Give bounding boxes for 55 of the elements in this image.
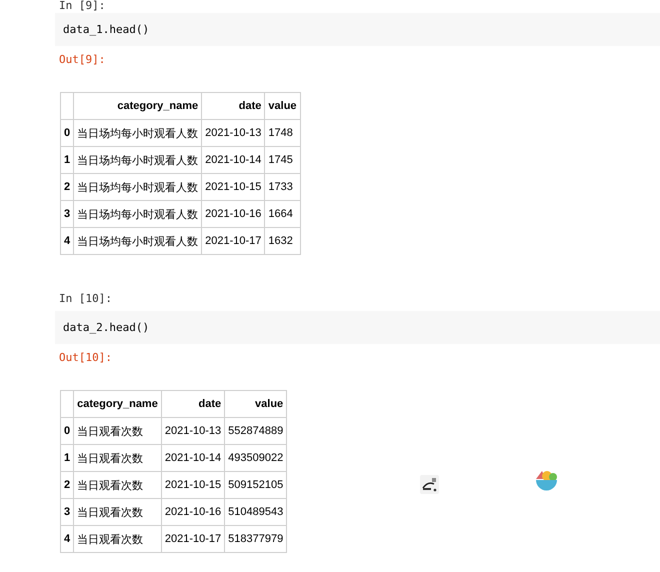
row-index: 4 xyxy=(60,228,74,254)
row-index: 4 xyxy=(60,526,74,552)
table-cell: 1632 xyxy=(264,228,300,254)
table-cell: 2021-10-15 xyxy=(161,472,225,498)
row-index: 3 xyxy=(60,498,74,526)
table-cell: 2021-10-17 xyxy=(161,526,225,552)
row-index: 0 xyxy=(60,418,74,444)
table-cell: 当日观看次数 xyxy=(74,472,162,498)
code-cell[interactable]: data_2.head() xyxy=(55,311,660,344)
table-cell: 2021-10-14 xyxy=(161,444,225,472)
table-cell: 当日场均每小时观看人数 xyxy=(74,174,202,200)
table-cell: 当日观看次数 xyxy=(74,498,162,526)
index-header-cell xyxy=(60,390,74,418)
input-prompt: In [9]: xyxy=(58,0,106,12)
table-cell: 1748 xyxy=(264,120,300,146)
column-header: category_name xyxy=(74,390,162,418)
row-index: 2 xyxy=(60,174,74,200)
table-cell: 509152105 xyxy=(224,472,287,498)
table-cell: 当日场均每小时观看人数 xyxy=(74,146,202,174)
table-cell: 2021-10-13 xyxy=(202,120,265,146)
row-index: 1 xyxy=(60,146,74,174)
index-header-cell xyxy=(60,92,74,120)
table-cell: 当日观看次数 xyxy=(74,526,162,552)
row-index: 1 xyxy=(60,444,74,472)
table-cell: 2021-10-16 xyxy=(161,498,225,526)
row-index: 3 xyxy=(60,200,74,228)
column-header: date xyxy=(202,92,265,120)
table-cell: 2021-10-15 xyxy=(202,174,265,200)
table-cell: 当日场均每小时观看人数 xyxy=(74,120,202,146)
code-cell[interactable]: data_1.head() xyxy=(55,13,660,46)
table-cell: 1733 xyxy=(264,174,300,200)
table-cell: 2021-10-13 xyxy=(161,418,225,444)
output-prompt: Out[9]: xyxy=(58,54,106,66)
table-cell: 2021-10-16 xyxy=(202,200,265,228)
input-prompt: In [10]: xyxy=(58,293,113,305)
row-index: 0 xyxy=(60,120,74,146)
row-index: 2 xyxy=(60,472,74,498)
column-header: value xyxy=(264,92,300,120)
table-cell: 1745 xyxy=(264,146,300,174)
table-cell: 2021-10-14 xyxy=(202,146,265,174)
table-cell: 当日场均每小时观看人数 xyxy=(74,228,202,254)
column-header: date xyxy=(161,390,225,418)
table-cell: 当日观看次数 xyxy=(74,444,162,472)
column-header: value xyxy=(224,390,287,418)
output-prompt: Out[10]: xyxy=(58,352,113,364)
table-cell: 518377979 xyxy=(224,526,287,552)
column-header: category_name xyxy=(74,92,202,120)
table-cell: 当日观看次数 xyxy=(74,418,162,444)
table-cell: 493509022 xyxy=(224,444,287,472)
table-cell: 510489543 xyxy=(224,498,287,526)
table-cell: 552874889 xyxy=(224,418,287,444)
table-cell: 当日场均每小时观看人数 xyxy=(74,200,202,228)
table-cell: 2021-10-17 xyxy=(202,228,265,254)
table-cell: 1664 xyxy=(264,200,300,228)
fruit-bowl-icon[interactable] xyxy=(535,469,558,492)
